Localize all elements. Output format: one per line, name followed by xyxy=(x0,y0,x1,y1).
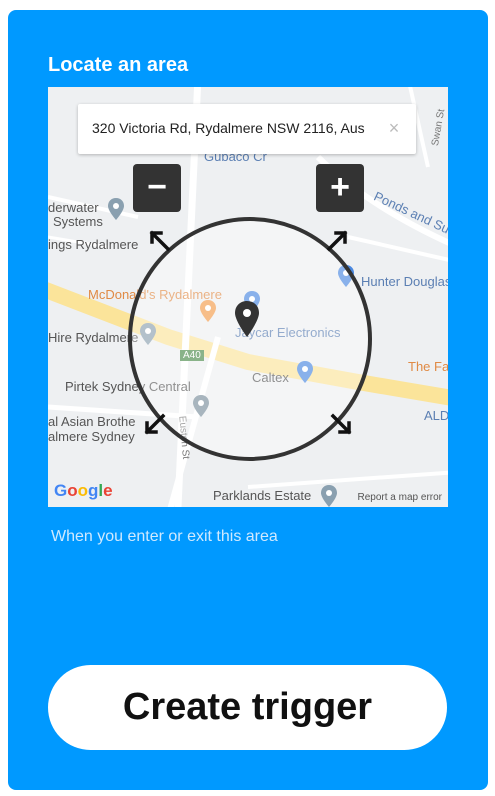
section-title: Locate an area xyxy=(48,54,189,76)
report-map-error-link[interactable]: Report a map error xyxy=(358,492,442,503)
map-label-hire: Hire Rydalmere xyxy=(48,330,139,345)
trigger-card: Locate an area derwater Systems ings Ryd… xyxy=(8,10,488,790)
google-logo: Google xyxy=(54,481,113,500)
map-label-underwater: derwater xyxy=(48,200,99,215)
map-label-parklands: Parklands Estate xyxy=(213,488,312,503)
address-search-box: × xyxy=(78,104,416,154)
map-widget[interactable]: derwater Systems ings Rydalmere McDonald… xyxy=(48,87,448,507)
map-label-systems: Systems xyxy=(53,214,103,229)
clear-icon[interactable]: × xyxy=(384,118,404,138)
resize-handle-top-right-icon[interactable] xyxy=(323,227,351,255)
helper-text: When you enter or exit this area xyxy=(51,528,278,545)
zoom-out-button[interactable]: − xyxy=(133,164,181,212)
poi-pin-icon xyxy=(108,198,124,220)
map-label-the-fa: The Fa xyxy=(408,359,448,374)
resize-handle-bottom-right-icon[interactable] xyxy=(327,410,355,438)
address-search-input[interactable] xyxy=(92,117,368,139)
resize-handle-top-left-icon[interactable] xyxy=(146,227,174,255)
poi-pin-icon xyxy=(321,485,337,507)
create-trigger-button[interactable]: Create trigger xyxy=(48,665,447,750)
map-label-rydalmere-left: ings Rydalmere xyxy=(48,237,139,252)
resize-handle-bottom-left-icon[interactable] xyxy=(141,410,169,438)
map-label-ald: ALD xyxy=(424,408,448,423)
map-label-asian: al Asian Brothe xyxy=(48,414,136,429)
zoom-in-button[interactable]: + xyxy=(316,164,364,212)
location-marker-icon[interactable] xyxy=(235,301,259,337)
map-label-hunter-douglas: Hunter Douglas xyxy=(361,274,448,289)
map-label-almere: almere Sydney xyxy=(48,429,135,444)
